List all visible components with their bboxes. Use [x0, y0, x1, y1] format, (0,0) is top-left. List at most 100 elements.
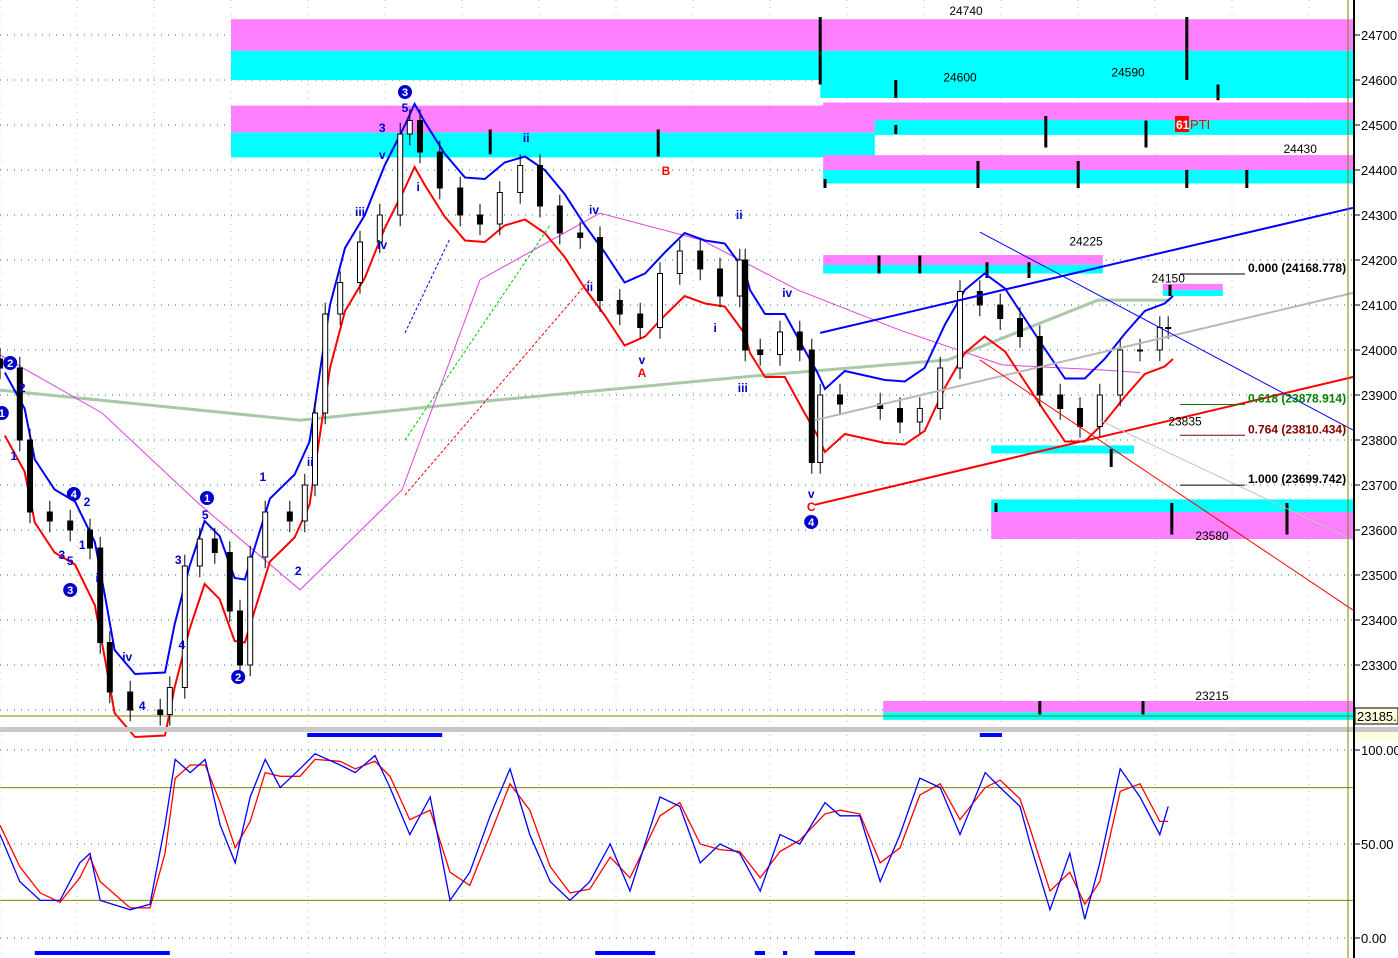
candle-body: [537, 165, 543, 207]
price-tick-label: 24700: [1361, 28, 1397, 43]
candle-body: [87, 529, 93, 549]
candle-body: [1057, 394, 1064, 409]
wave-label: 2: [7, 358, 13, 370]
wave-label: ii: [523, 131, 530, 145]
wave-label: i: [96, 571, 99, 585]
candle-body: [286, 511, 293, 522]
candle-body: [637, 313, 644, 328]
candle-body: [166, 687, 173, 715]
price-tick-label: 23800: [1361, 433, 1397, 448]
price-zone: [823, 155, 1353, 170]
price-tick-label: 24000: [1361, 343, 1397, 358]
panel-divider: [0, 727, 1398, 732]
wave-label: iii: [738, 381, 748, 395]
wave-label: 1: [0, 408, 5, 420]
level-label: 24740: [949, 4, 983, 18]
candle-body: [16, 367, 23, 441]
candle-body: [556, 205, 563, 234]
last-price-label: 23185.: [1357, 709, 1397, 724]
candle-body: [676, 250, 683, 274]
wave-label: iv: [589, 203, 599, 217]
candle-body: [27, 439, 33, 513]
wave-label: 1: [204, 493, 210, 505]
level-label: 24225: [1069, 235, 1103, 249]
candle-body: [406, 120, 413, 135]
candle-body: [157, 709, 164, 715]
price-tick-label: 23900: [1361, 388, 1397, 403]
level-label: 24590: [1111, 65, 1145, 79]
wave-label: 2: [235, 672, 241, 684]
candle-body: [337, 282, 344, 315]
candle-body: [717, 268, 723, 297]
price-tick-label: 24200: [1361, 253, 1397, 268]
candle-body: [1165, 327, 1172, 329]
wave-label: v: [379, 148, 386, 162]
price-zone: [823, 264, 1103, 274]
candle-body: [742, 259, 749, 351]
price-zone: [823, 102, 1353, 121]
fib-level-label: 0.764 (23810.434): [1248, 422, 1346, 436]
wave-label: 4: [178, 638, 185, 652]
candle-body: [262, 511, 269, 558]
wave-label: v: [808, 487, 815, 501]
wave-label: 2: [84, 495, 91, 509]
candle-body: [301, 484, 308, 522]
candle-body: [657, 273, 663, 328]
price-tick-label: 23500: [1361, 568, 1397, 583]
candle-body: [757, 349, 764, 355]
candle-body: [1077, 408, 1083, 427]
fib-level-label: 1.000 (23699.742): [1248, 472, 1346, 486]
price-zone: [820, 50, 1353, 98]
wave-label: 1: [79, 538, 86, 552]
candle-body: [976, 291, 983, 306]
wave-label: 4: [71, 489, 78, 501]
wave-label: 5: [67, 554, 74, 568]
candle-body: [1137, 349, 1143, 352]
pti-badge-number: 61: [1176, 118, 1190, 132]
candle-body: [897, 408, 903, 423]
level-label: 23215: [1195, 689, 1229, 703]
wave-label: iv: [377, 238, 387, 252]
wave-label: 1: [259, 470, 266, 484]
candle-body: [1117, 349, 1124, 396]
price-tick-label: 23600: [1361, 523, 1397, 538]
wave-label: A: [638, 366, 647, 380]
wave-label: v: [639, 353, 646, 367]
wave-label: 2: [295, 564, 302, 578]
candle-body: [247, 556, 254, 666]
price-tick-label: 24400: [1361, 163, 1397, 178]
candle-body: [477, 214, 483, 225]
wave-label: C: [807, 500, 816, 514]
price-tick-label: 24600: [1361, 73, 1397, 88]
wave-label: 2: [19, 381, 26, 395]
wave-label: 4: [139, 699, 146, 713]
price-zone: [231, 105, 875, 133]
candle-body: [517, 165, 524, 193]
wave-label: i: [714, 321, 717, 335]
price-zone: [231, 132, 875, 158]
trading-chart: 0.000 (24168.778) 0.618 (23878.914) 0.764 …: [0, 0, 1398, 958]
candle-body: [916, 408, 923, 423]
price-zone: [874, 120, 1353, 135]
candle-body: [181, 565, 188, 688]
pti-label: PTI: [1190, 117, 1210, 132]
candle-body: [957, 291, 963, 369]
candle-body: [597, 237, 603, 301]
level-label: 23835: [1168, 415, 1202, 429]
osc-tick-label: 100.00: [1361, 743, 1398, 758]
osc-tick-label: 0.00: [1361, 931, 1386, 946]
wave-label: 4: [808, 517, 815, 529]
wave-label: 5: [202, 508, 209, 522]
candle-body: [106, 642, 113, 693]
price-zone: [231, 50, 821, 80]
candle-body: [237, 610, 243, 666]
candle-body: [937, 367, 944, 409]
wave-label: B: [662, 164, 671, 178]
chart-svg[interactable]: 0.000 (24168.778) 0.618 (23878.914) 0.764 …: [0, 0, 1398, 958]
candle-body: [0, 358, 3, 369]
candle-body: [616, 300, 623, 315]
wave-label: iii: [355, 205, 365, 219]
price-tick-label: 24100: [1361, 298, 1397, 313]
candle-body: [97, 547, 104, 643]
price-tick-label: 24500: [1361, 118, 1397, 133]
